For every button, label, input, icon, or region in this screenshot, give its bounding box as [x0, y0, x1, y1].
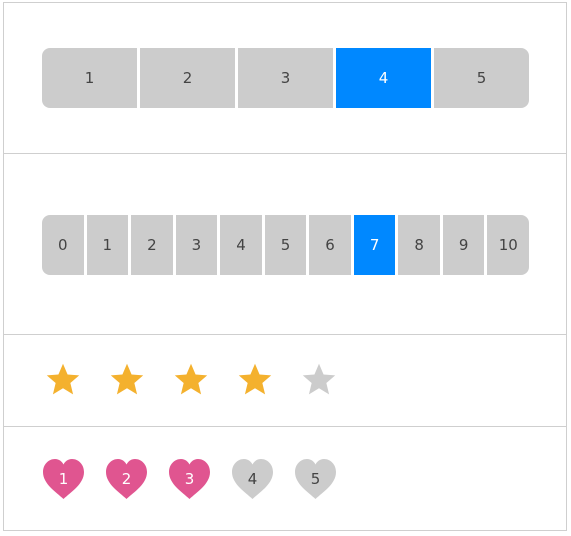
scale11-option-4[interactable]: 4: [220, 215, 262, 275]
scale11-option-3[interactable]: 3: [175, 215, 218, 275]
scale11-option-6[interactable]: 6: [309, 215, 351, 275]
scale11-option-5[interactable]: 5: [264, 215, 307, 275]
eleven-point-segmented-scale: 0 1 2 3 4 5 6 7 8 9 10: [42, 215, 529, 275]
heart-rating-option-2[interactable]: 2: [104, 457, 149, 501]
rating-widgets-panel: 1 2 3 4 5 0 1 2 3 4 5 6 7 8 9 10 1 2 3 4…: [3, 2, 567, 531]
heart-rating: 1 2 3 4 5: [41, 457, 338, 501]
scale11-option-1[interactable]: 1: [86, 215, 129, 275]
heart-rating-option-1[interactable]: 1: [41, 457, 86, 501]
heart-rating-option-4[interactable]: 4: [230, 457, 275, 501]
star-icon[interactable]: [237, 361, 273, 397]
heart-label: 5: [310, 470, 321, 488]
heart-rating-section: 1 2 3 4 5: [4, 427, 566, 530]
scale11-option-9[interactable]: 9: [442, 215, 485, 275]
scale11-option-8[interactable]: 8: [398, 215, 440, 275]
star-rating: [45, 361, 337, 397]
scale5-option-1[interactable]: 1: [42, 48, 137, 108]
scale11-option-0[interactable]: 0: [42, 215, 84, 275]
heart-label: 3: [184, 470, 195, 488]
heart-label: 2: [121, 470, 132, 488]
five-point-segmented-scale: 1 2 3 4 5: [42, 48, 529, 108]
scale11-option-10[interactable]: 10: [487, 215, 529, 275]
heart-rating-option-5[interactable]: 5: [293, 457, 338, 501]
eleven-point-scale-section: 0 1 2 3 4 5 6 7 8 9 10: [4, 154, 566, 335]
heart-label: 1: [58, 470, 69, 488]
scale5-option-2[interactable]: 2: [140, 48, 235, 108]
heart-label: 4: [247, 470, 258, 488]
heart-rating-option-3[interactable]: 3: [167, 457, 212, 501]
scale5-option-3[interactable]: 3: [238, 48, 333, 108]
star-icon[interactable]: [173, 361, 209, 397]
star-icon[interactable]: [301, 361, 337, 397]
scale11-option-2[interactable]: 2: [131, 215, 173, 275]
scale5-option-5[interactable]: 5: [434, 48, 529, 108]
star-rating-section: [4, 335, 566, 427]
scale11-option-7[interactable]: 7: [353, 215, 396, 275]
star-icon[interactable]: [45, 361, 81, 397]
scale5-option-4[interactable]: 4: [336, 48, 431, 108]
five-point-scale-section: 1 2 3 4 5: [4, 3, 566, 154]
star-icon[interactable]: [109, 361, 145, 397]
